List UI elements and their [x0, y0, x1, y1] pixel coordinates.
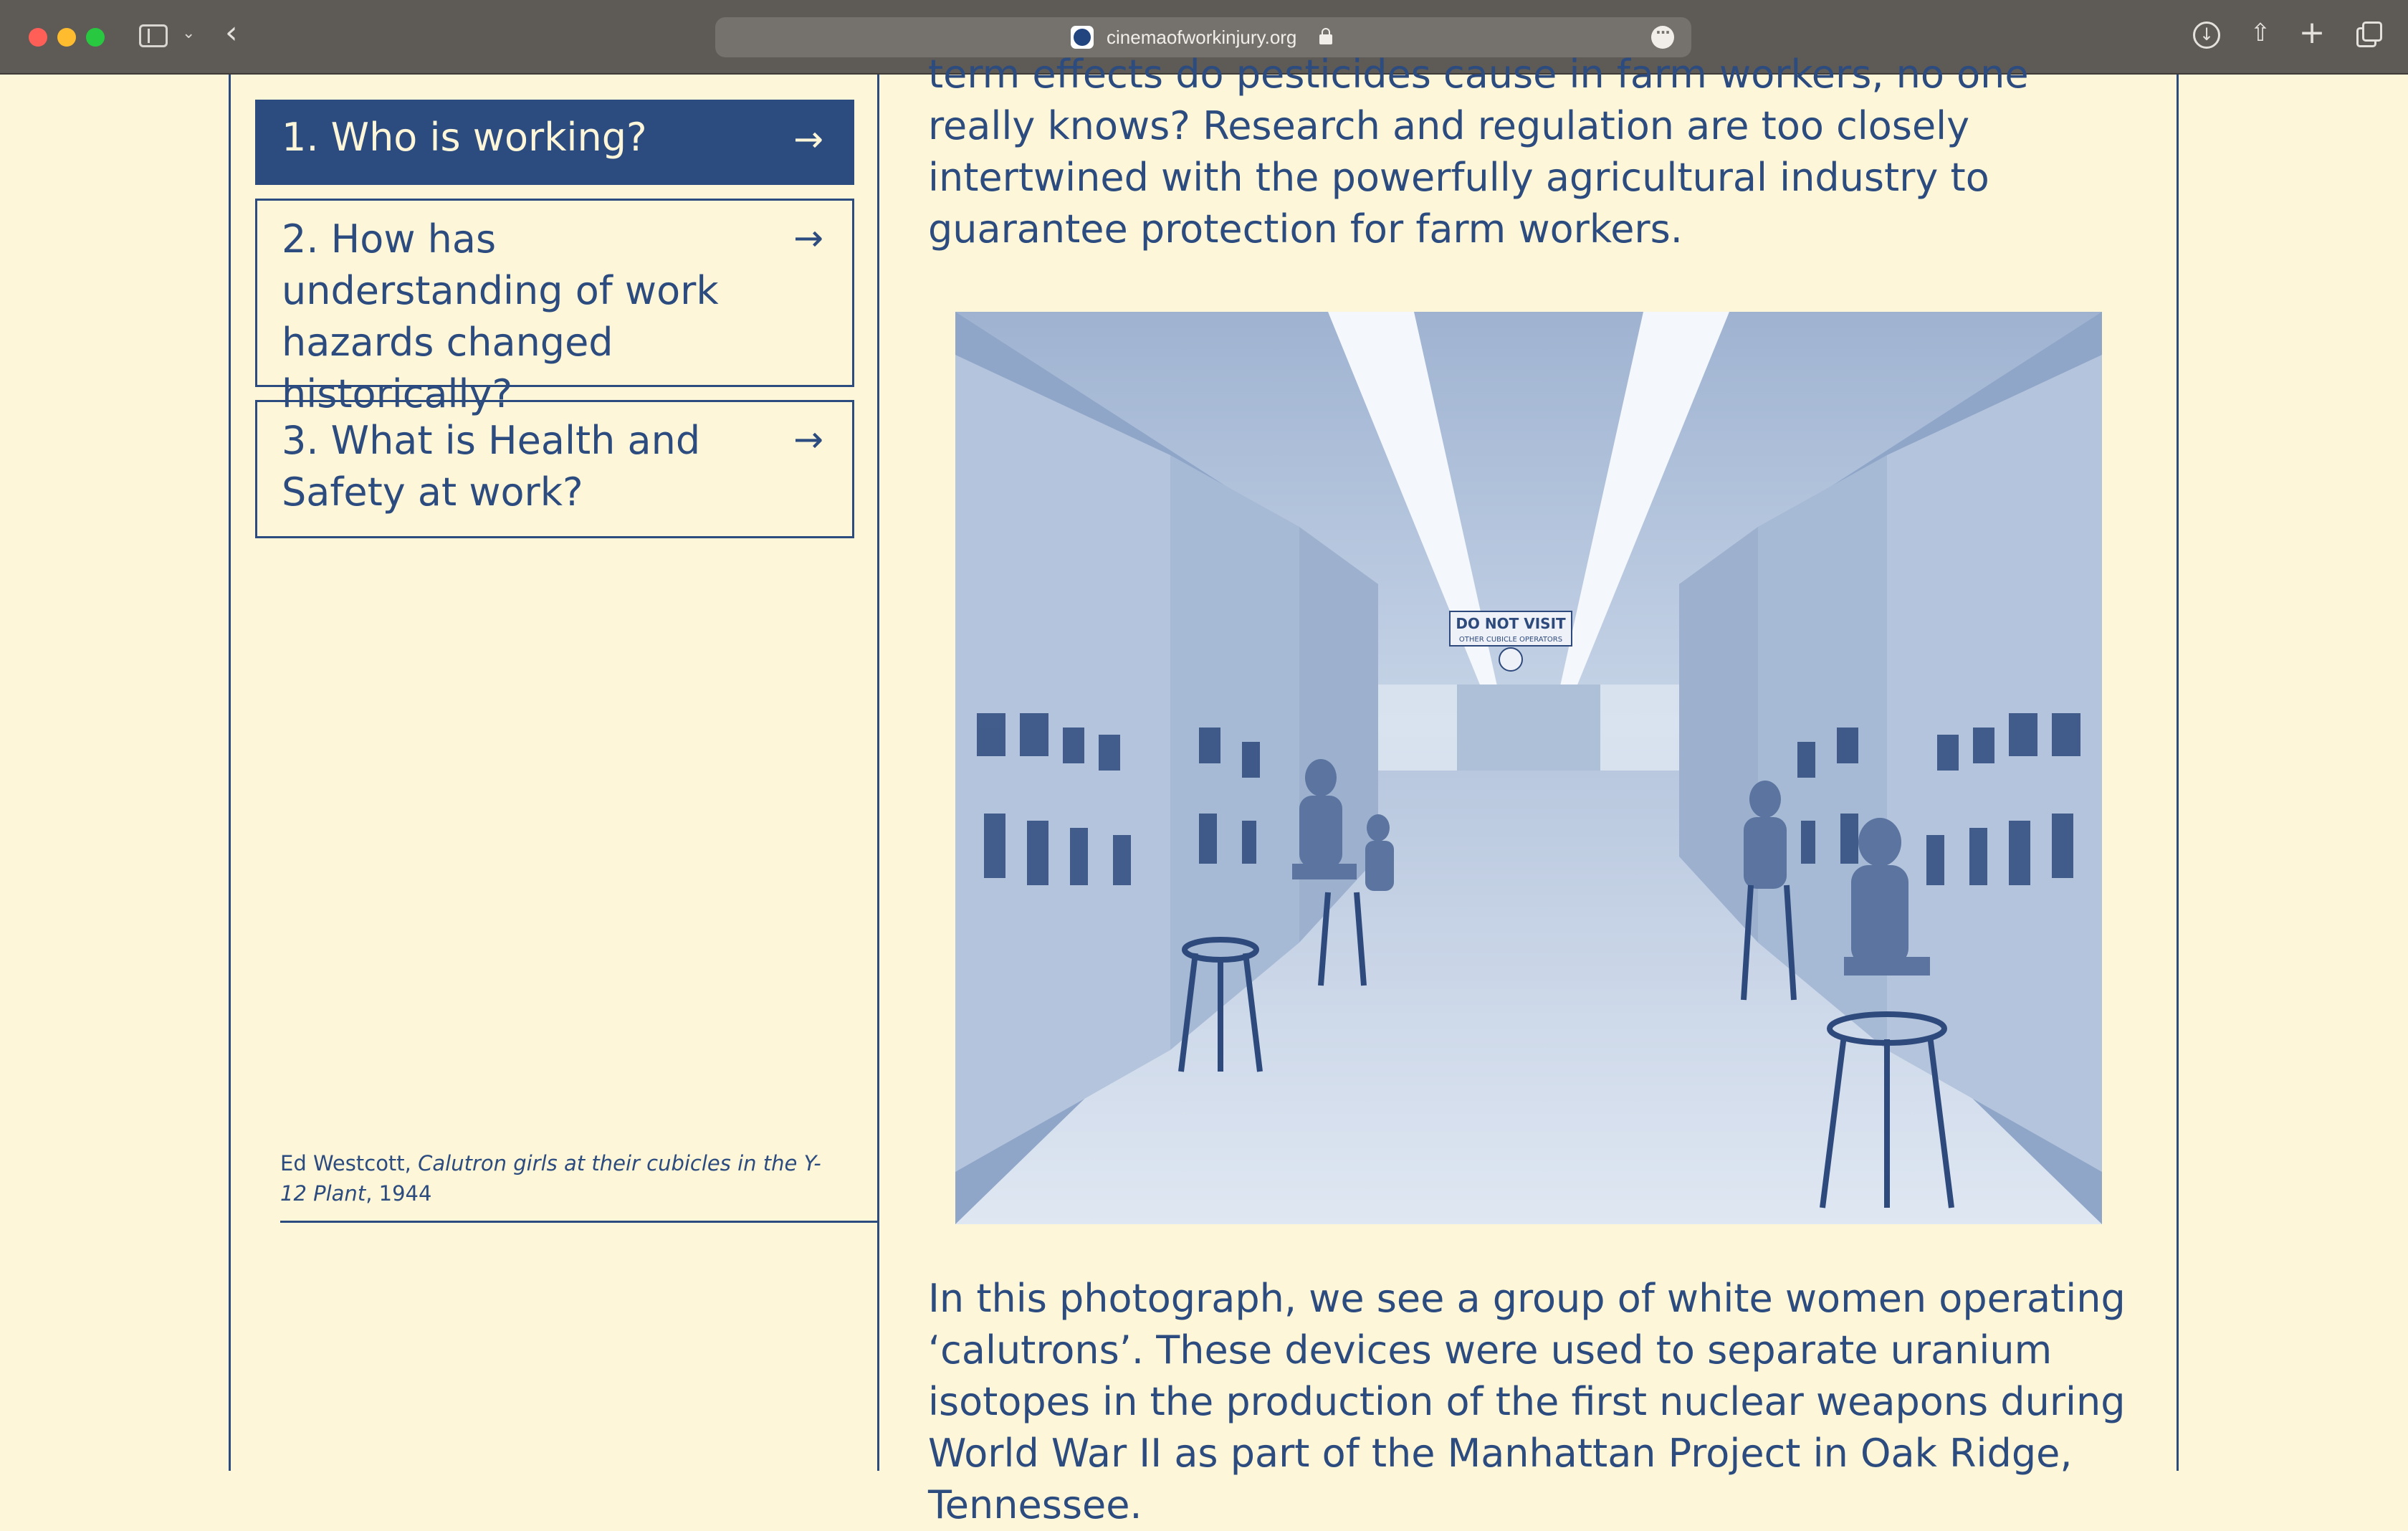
chevron-down-icon[interactable]: ⌄ [182, 24, 195, 42]
nav-item-health-and-safety[interactable]: 3. What is Health and Safety at work? → [255, 400, 854, 538]
tab-overview-icon[interactable] [2354, 19, 2382, 47]
nav-item-work-hazards-history[interactable]: 2. How has understanding of work hazards… [255, 199, 854, 416]
nav-item-label: 2. How has understanding of work hazards… [282, 216, 719, 416]
lock-icon [1319, 28, 1332, 44]
arrow-right-icon: → [793, 419, 823, 460]
nav-item-label: 3. What is Health and Safety at work? [282, 418, 701, 515]
arrow-right-icon: → [793, 217, 823, 259]
zoom-window-button[interactable] [86, 28, 105, 47]
article-paragraph-top: term effects do pesticides cause in farm… [928, 52, 2029, 252]
url-text: cinemaofworkinjury.org [1107, 27, 1297, 48]
photo-sign-text: DO NOT VISIT [1456, 615, 1566, 632]
share-icon[interactable]: ⇧ [2246, 19, 2275, 47]
page-frame-right [2177, 75, 2179, 1471]
column-divider [877, 75, 879, 1471]
nav-item-who-is-working[interactable]: 1. Who is working? → [255, 100, 854, 185]
sidebar-toggle-icon[interactable] [139, 24, 168, 47]
article-paragraph-bottom: In this photograph, we see a group of wh… [928, 1276, 2126, 1527]
site-favicon-icon [1071, 26, 1094, 49]
caption-divider [280, 1221, 879, 1223]
photo-caption: Ed Westcott, Calutron girls at their cub… [280, 1148, 825, 1208]
minimize-window-button[interactable] [57, 28, 76, 47]
caption-year: , 1944 [366, 1181, 432, 1206]
photo-sign-subtext: OTHER CUBICLE OPERATORS [1459, 636, 1562, 644]
more-options-icon[interactable] [1651, 24, 1674, 49]
arrow-right-icon: → [793, 118, 823, 160]
back-arrow-icon[interactable]: ‹ [225, 17, 238, 49]
download-icon[interactable]: ↓ [2193, 22, 2220, 49]
nav-item-label: 1. Who is working? [282, 115, 647, 160]
page-frame-left [229, 75, 231, 1471]
new-tab-icon[interactable]: + [2298, 17, 2326, 49]
calutron-photo: DO NOT VISIT OTHER CUBICLE OPERATORS [955, 312, 2102, 1224]
caption-author: Ed Westcott, [280, 1151, 411, 1175]
calutron-photo-illustration: DO NOT VISIT OTHER CUBICLE OPERATORS [955, 312, 2102, 1224]
close-window-button[interactable] [29, 28, 47, 47]
